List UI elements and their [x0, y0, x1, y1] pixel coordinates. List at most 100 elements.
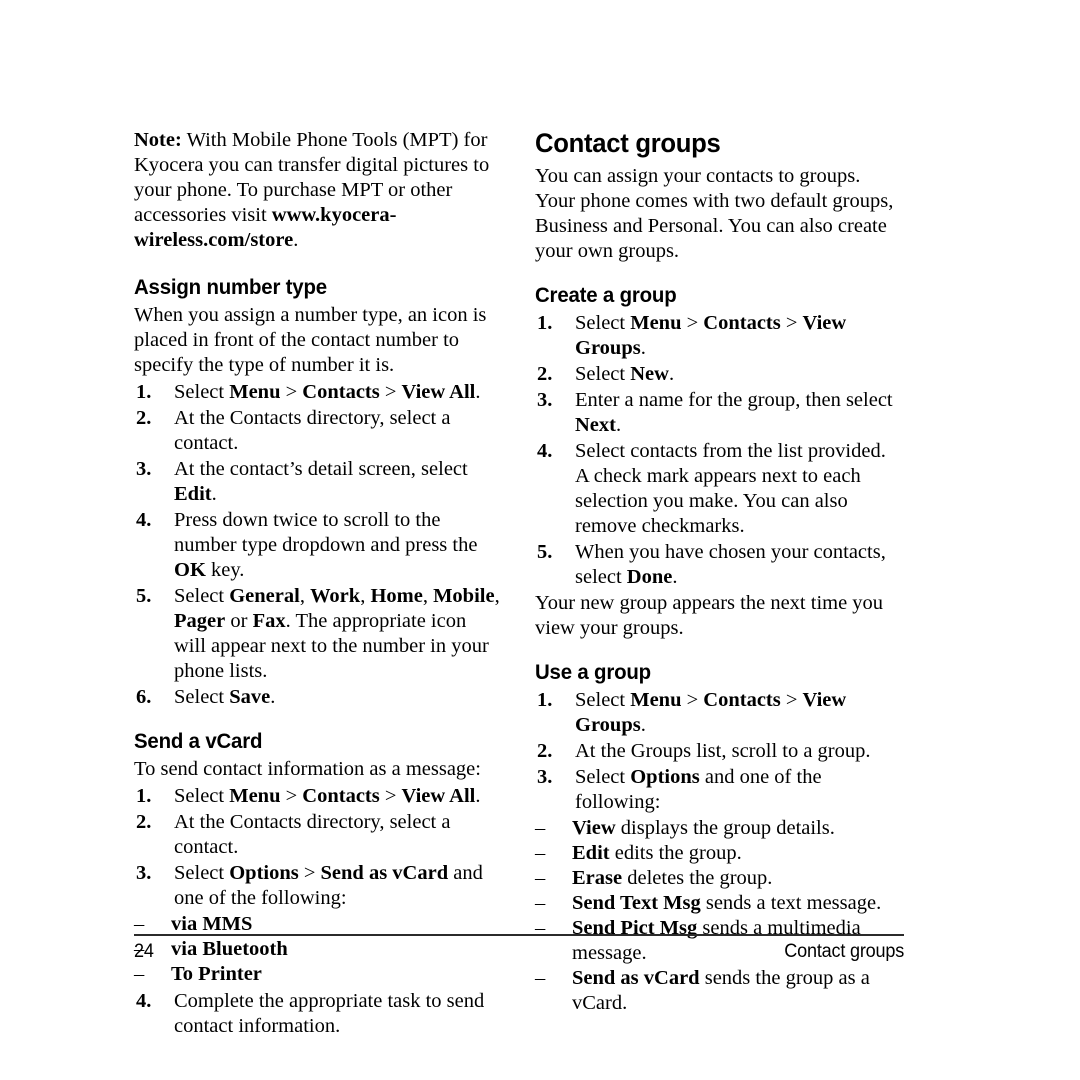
step-item: 5. Select General, Work, Home, Mobile, Pa…: [134, 584, 502, 684]
running-head: Contact groups: [784, 941, 904, 962]
option-item: – Edit edits the group.: [535, 841, 903, 866]
step-text: Select Save.: [174, 686, 276, 708]
step-number: 4.: [136, 990, 152, 1012]
assign-number-type-intro: When you assign a number type, an icon i…: [134, 304, 487, 376]
step-item: 5. When you have chosen your contacts, se…: [535, 540, 903, 590]
note-label: Note:: [134, 129, 182, 151]
option-item: – View displays the group details.: [535, 816, 903, 841]
step-text: Complete the appropriate task to send co…: [174, 990, 485, 1037]
option-text: View displays the group details.: [572, 817, 835, 839]
create-a-group-closing: Your new group appears the next time you…: [535, 592, 884, 639]
step-item: 3. Enter a name for the group, then selec…: [535, 388, 903, 438]
heading-assign-number-type: Assign number type: [134, 275, 327, 299]
dash-bullet: –: [535, 817, 546, 839]
step-number: 2.: [537, 363, 553, 385]
step-number: 3.: [136, 862, 152, 884]
page-footer: 24 Contact groups: [134, 934, 904, 963]
option-text: Erase deletes the group.: [572, 867, 773, 889]
step-text: Press down twice to scroll to the number…: [174, 509, 478, 581]
option-item: – To Printer: [134, 962, 502, 987]
step-item: 4. Select contacts from the list provided…: [535, 439, 903, 539]
step-item: 2. At the Contacts directory, select a co…: [134, 810, 502, 860]
footer-divider: [134, 934, 904, 936]
step-item: 3. Select Options and one of the followin…: [535, 765, 903, 815]
dash-bullet: –: [535, 842, 546, 864]
step-text: Select Menu > Contacts > View Groups.: [575, 689, 847, 736]
step-text: At the Contacts directory, select a cont…: [174, 811, 451, 858]
note-paragraph: Note: With Mobile Phone Tools (MPT) for …: [134, 128, 502, 253]
step-text: Enter a name for the group, then select …: [575, 389, 893, 436]
step-number: 1.: [136, 381, 152, 403]
send-a-vcard-final-step: 4. Complete the appropriate task to send …: [134, 989, 502, 1039]
option-text: Edit edits the group.: [572, 842, 742, 864]
left-column: Note: With Mobile Phone Tools (MPT) for …: [134, 128, 502, 1040]
step-number: 3.: [537, 766, 553, 788]
step-number: 2.: [136, 407, 152, 429]
footer-row: 24 Contact groups: [134, 941, 904, 963]
step-number: 4.: [537, 440, 553, 462]
option-text: To Printer: [171, 963, 262, 985]
step-number: 4.: [136, 509, 152, 531]
step-text: At the Groups list, scroll to a group.: [575, 740, 871, 762]
step-item: 1. Select Menu > Contacts > View Groups.: [535, 688, 903, 738]
step-item: 2. Select New.: [535, 362, 903, 387]
step-item: 3. At the contact’s detail screen, select…: [134, 457, 502, 507]
step-number: 2.: [537, 740, 553, 762]
step-item: 1. Select Menu > Contacts > View Groups.: [535, 311, 903, 361]
page-columns: Note: With Mobile Phone Tools (MPT) for …: [134, 128, 904, 1040]
step-text: At the contact’s detail screen, select E…: [174, 458, 468, 505]
step-item: 1. Select Menu > Contacts > View All.: [134, 380, 502, 405]
step-text: When you have chosen your contacts, sele…: [575, 541, 886, 588]
option-item: – Send Text Msg sends a text message.: [535, 891, 903, 916]
step-number: 2.: [136, 811, 152, 833]
option-text: Send Text Msg sends a text message.: [572, 892, 882, 914]
step-number: 1.: [136, 785, 152, 807]
option-item: – Send as vCard sends the group as a vCar…: [535, 966, 903, 1016]
use-a-group-sub-options: – View displays the group details. – Edit e…: [535, 816, 903, 1016]
step-item: 4. Press down twice to scroll to the numb…: [134, 508, 502, 583]
step-number: 1.: [537, 312, 553, 334]
send-a-vcard-steps: 1. Select Menu > Contacts > View All. 2. At…: [134, 784, 502, 911]
step-text: Select General, Work, Home, Mobile, Page…: [174, 585, 500, 682]
step-number: 1.: [537, 689, 553, 711]
manual-page: Note: With Mobile Phone Tools (MPT) for …: [0, 0, 1080, 1080]
dash-bullet: –: [535, 892, 546, 914]
step-item: 2. At the Groups list, scroll to a group.: [535, 739, 903, 764]
heading-use-a-group: Use a group: [535, 660, 651, 684]
step-text: Select Menu > Contacts > View All.: [174, 785, 481, 807]
step-text: At the Contacts directory, select a cont…: [174, 407, 451, 454]
step-item: 3. Select Options > Send as vCard and one…: [134, 861, 502, 911]
contact-groups-intro: You can assign your contacts to groups. …: [535, 165, 894, 262]
step-text: Select contacts from the list provided. …: [575, 440, 886, 537]
dash-bullet: –: [535, 967, 546, 989]
page-title: Contact groups: [535, 128, 721, 158]
right-column: Contact groups You can assign your conta…: [535, 128, 903, 1040]
send-a-vcard-intro: To send contact information as a message…: [134, 758, 481, 780]
step-number: 5.: [136, 585, 152, 607]
step-item: 1. Select Menu > Contacts > View All.: [134, 784, 502, 809]
assign-number-type-steps: 1. Select Menu > Contacts > View All. 2. At…: [134, 380, 502, 710]
page-number: 24: [134, 941, 154, 962]
create-a-group-steps: 1. Select Menu > Contacts > View Groups. 2…: [535, 311, 903, 590]
dash-bullet: –: [134, 963, 145, 985]
step-item: 2. At the Contacts directory, select a co…: [134, 406, 502, 456]
use-a-group-steps: 1. Select Menu > Contacts > View Groups. 2…: [535, 688, 903, 815]
step-number: 3.: [537, 389, 553, 411]
option-text: Send as vCard sends the group as a vCard…: [572, 967, 870, 1014]
step-number: 3.: [136, 458, 152, 480]
note-text-after-url: .: [293, 229, 299, 251]
step-item: 4. Complete the appropriate task to send …: [134, 989, 502, 1039]
option-text: via MMS: [171, 913, 253, 935]
step-text: Select New.: [575, 363, 675, 385]
heading-create-a-group: Create a group: [535, 283, 677, 307]
option-item: – Erase deletes the group.: [535, 866, 903, 891]
heading-send-a-vcard: Send a vCard: [134, 729, 263, 753]
step-number: 6.: [136, 686, 152, 708]
step-text: Select Options > Send as vCard and one o…: [174, 862, 483, 909]
step-text: Select Options and one of the following:: [575, 766, 822, 813]
dash-bullet: –: [535, 867, 546, 889]
step-number: 5.: [537, 541, 553, 563]
step-text: Select Menu > Contacts > View Groups.: [575, 312, 847, 359]
step-item: 6. Select Save.: [134, 685, 502, 710]
step-text: Select Menu > Contacts > View All.: [174, 381, 481, 403]
